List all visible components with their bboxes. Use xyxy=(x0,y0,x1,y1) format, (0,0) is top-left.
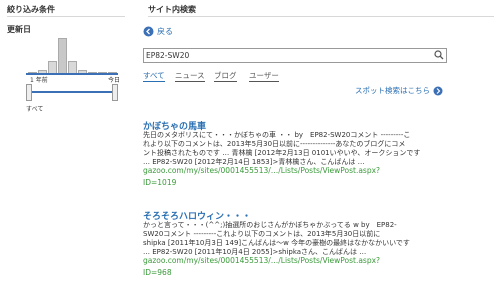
arrow-right-icon xyxy=(433,86,443,95)
result-url-1[interactable]: gazoo.com/my/sites/0001455513/…/Lists/Po… xyxy=(143,166,380,175)
tab-users[interactable]: ユーザー xyxy=(249,70,279,82)
result-snippet-1: 先日のメタボリスにて・・・かぼちゃの車 ・・ by EP82-SW20コメント … xyxy=(143,131,443,167)
slider-track xyxy=(32,91,112,93)
snippet-line: 先日のメタボリスにて・・・かぼちゃの車 ・・ by EP82-SW20コメント … xyxy=(143,131,411,139)
date-range-slider[interactable] xyxy=(26,84,118,101)
result-url-2[interactable]: gazoo.com/my/sites/0001455513/…/Lists/Po… xyxy=(143,256,380,265)
snippet-line: SW20コメント ---------これより以下のコメントは、2013年5月30… xyxy=(143,230,381,238)
snippet-line: かっと言って・・・(^^;)抽選所のおじさんがかぼちゃかぶってる w by EP… xyxy=(143,221,397,229)
search-icon[interactable] xyxy=(434,50,444,60)
snippet-line: shipka [2011年10月3日 149]こんばんは～w 今年の豪樹の最終は… xyxy=(143,239,410,247)
header-divider xyxy=(148,16,494,17)
spot-search-link[interactable]: スポット検索はこちら xyxy=(355,85,443,96)
date-histogram xyxy=(27,36,117,74)
search-input[interactable] xyxy=(146,49,426,61)
result-id-1[interactable]: ID=1019 xyxy=(143,178,176,187)
back-button[interactable]: 戻る xyxy=(143,25,173,37)
histogram-bar xyxy=(58,38,67,74)
all-dates-link[interactable]: すべて xyxy=(26,104,43,113)
search-box xyxy=(143,48,447,63)
sidebar-title: 絞り込み条件 xyxy=(7,5,55,14)
page-title: サイト内検索 xyxy=(148,5,196,14)
range-start-caption: 1 年前 xyxy=(30,77,48,84)
date-filter-label: 更新日 xyxy=(7,25,31,34)
back-label: 戻る xyxy=(157,26,173,36)
result-snippet-2: かっと言って・・・(^^;)抽選所のおじさんがかぼちゃかぶってる w by EP… xyxy=(143,221,443,257)
back-arrow-icon xyxy=(143,26,154,36)
tab-all[interactable]: すべて xyxy=(143,70,165,82)
tab-news[interactable]: ニュース xyxy=(175,70,205,82)
range-end-caption: 今日 xyxy=(108,77,121,84)
sidebar-divider xyxy=(7,16,125,17)
result-id-2[interactable]: ID=968 xyxy=(143,268,172,277)
slider-right-handle[interactable] xyxy=(112,84,118,101)
snippet-line: ント投稿されたものです … 青林檎 [2012年2月13日 0101いやいや、オ… xyxy=(143,149,421,157)
snippet-line: れより以下のコメントは、2013年5月30日以前に--------------あ… xyxy=(143,140,406,148)
spot-search-label: スポット検索はこちら xyxy=(355,86,430,95)
tab-blog[interactable]: ブログ xyxy=(214,70,237,82)
